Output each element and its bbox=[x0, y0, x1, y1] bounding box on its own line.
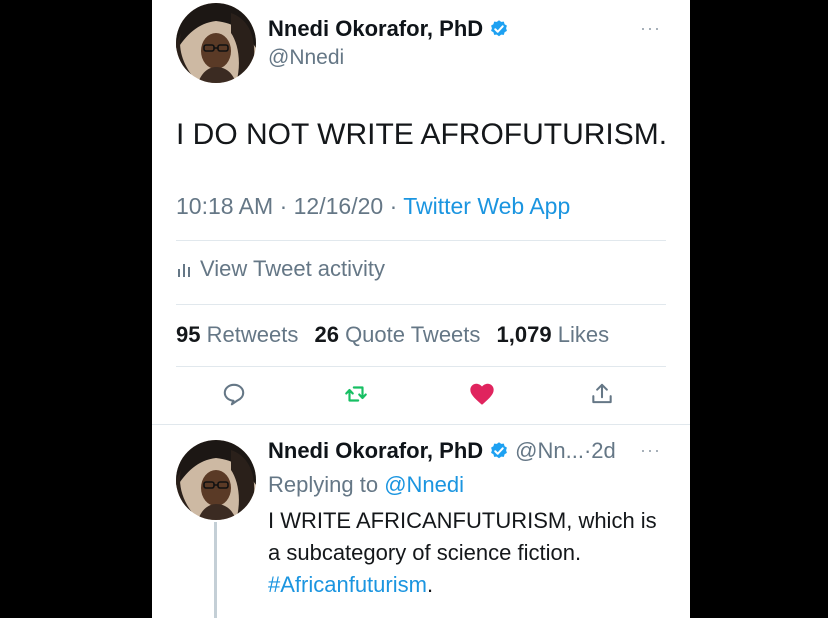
replying-to-line: Replying to @Nnedi bbox=[268, 472, 464, 498]
likes-count: 1,079 bbox=[496, 322, 552, 347]
hashtag-suffix: . bbox=[426, 572, 434, 597]
meta-separator: · bbox=[389, 193, 398, 219]
tweet-text: I DO NOT WRITE AFROFUTURISM. bbox=[176, 118, 668, 151]
author-name[interactable]: Nnedi Okorafor, PhD bbox=[268, 16, 509, 45]
author-handle[interactable]: @Nnedi bbox=[268, 46, 344, 70]
share-button[interactable] bbox=[584, 378, 620, 414]
reply-button[interactable] bbox=[216, 378, 252, 414]
divider bbox=[176, 304, 666, 305]
author-avatar[interactable] bbox=[176, 3, 256, 83]
retweets-count: 95 bbox=[176, 322, 201, 347]
heart-icon bbox=[468, 380, 496, 413]
reply-icon bbox=[221, 381, 247, 412]
replying-to-prefix: Replying to bbox=[268, 472, 379, 497]
reply-text-line2: a subcategory of science fiction. bbox=[268, 540, 582, 565]
likes-stat[interactable]: 1,079 Likes bbox=[497, 322, 610, 347]
verified-badge-icon bbox=[489, 441, 509, 467]
verified-badge-icon bbox=[489, 19, 509, 45]
tweet-time[interactable]: 10:18 AM bbox=[176, 193, 273, 219]
reply-author-name[interactable]: Nnedi Okorafor, PhD bbox=[268, 438, 483, 463]
reply-text-line1: I WRITE AFRICANFUTURISM, which is bbox=[268, 508, 657, 533]
reply-author-avatar[interactable] bbox=[176, 440, 256, 520]
reply-text-line3: #Africanfuturism. bbox=[268, 569, 657, 601]
meta-separator: · bbox=[279, 193, 288, 219]
retweet-icon bbox=[343, 381, 369, 412]
hashtag-link[interactable]: #Africanfuturism bbox=[268, 572, 427, 597]
view-activity-label[interactable]: View Tweet activity bbox=[200, 256, 385, 281]
bar-chart-icon bbox=[176, 258, 194, 284]
author-name-text[interactable]: Nnedi Okorafor, PhD bbox=[268, 16, 483, 41]
tweet-meta: 10:18 AM · 12/16/20 · Twitter Web App bbox=[176, 193, 570, 220]
likes-label: Likes bbox=[557, 322, 610, 347]
tweet-actions bbox=[152, 378, 690, 418]
view-activity-button[interactable]: View Tweet activity bbox=[176, 256, 385, 284]
reply-author-header: Nnedi Okorafor, PhD @Nn...·2d bbox=[268, 438, 616, 467]
quotes-label: Quote Tweets bbox=[345, 322, 481, 347]
tweet-card: Nnedi Okorafor, PhD @Nnedi ··· I DO NOT … bbox=[152, 0, 690, 618]
quotes-stat[interactable]: 26 Quote Tweets bbox=[314, 322, 480, 347]
divider bbox=[176, 240, 666, 241]
reply-more-options-icon[interactable]: ··· bbox=[640, 440, 661, 461]
divider bbox=[152, 424, 690, 425]
retweets-label: Retweets bbox=[206, 322, 299, 347]
retweet-button[interactable] bbox=[338, 378, 374, 414]
tweet-source-link[interactable]: Twitter Web App bbox=[403, 193, 570, 219]
share-icon bbox=[589, 381, 615, 412]
tweet-stats: 95 Retweets 26 Quote Tweets 1,079 Likes bbox=[176, 322, 609, 348]
reply-age[interactable]: 2d bbox=[591, 438, 615, 463]
more-options-icon[interactable]: ··· bbox=[640, 18, 661, 39]
tweet-date[interactable]: 12/16/20 bbox=[294, 193, 384, 219]
like-button[interactable] bbox=[464, 378, 500, 414]
reply-text: I WRITE AFRICANFUTURISM, which is a subc… bbox=[268, 505, 657, 601]
reply-author-handle[interactable]: @Nn... bbox=[515, 438, 584, 463]
replying-to-handle[interactable]: @Nnedi bbox=[384, 472, 464, 497]
divider bbox=[176, 366, 666, 367]
quotes-count: 26 bbox=[314, 322, 339, 347]
retweets-stat[interactable]: 95 Retweets bbox=[176, 322, 298, 347]
thread-line bbox=[214, 522, 217, 618]
